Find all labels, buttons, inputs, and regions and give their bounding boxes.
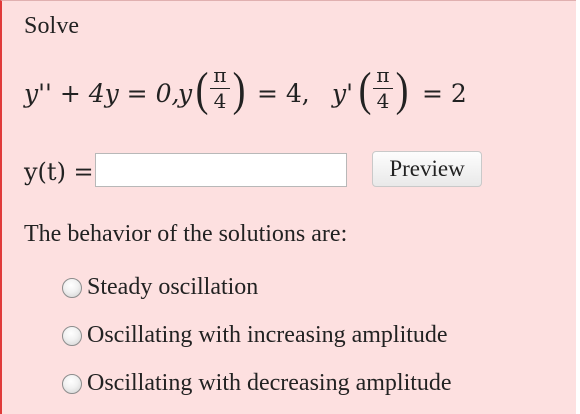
condition-2-rhs: = 2 — [422, 79, 467, 108]
condition-2-left-paren: ( — [358, 63, 372, 116]
differential-equation: y'' + 4y = 0, y ( π 4 ) = 4, y' ( π 4 ) … — [24, 64, 564, 124]
condition-1-numerator: π — [213, 63, 227, 87]
equation-de: y'' + 4y = 0, — [24, 79, 180, 108]
answer-row: y(t) = Preview — [24, 151, 564, 189]
behavior-prompt: The behavior of the solutions are: — [24, 221, 348, 247]
option-label[interactable]: Oscillating with increasing amplitude — [87, 322, 448, 349]
condition-2-right-paren: ) — [395, 63, 409, 116]
answer-input[interactable] — [95, 153, 347, 187]
condition-1-right-paren: ) — [232, 63, 246, 116]
option-label[interactable]: Oscillating with decreasing amplitude — [87, 370, 452, 397]
condition-1-denominator: 4 — [213, 89, 227, 113]
answer-label: y(t) = — [24, 158, 94, 186]
radio-button[interactable] — [62, 374, 82, 394]
condition-1-function: y — [178, 79, 193, 108]
question-panel: Solve y'' + 4y = 0, y ( π 4 ) = 4, y' ( … — [0, 0, 576, 414]
condition-2-fraction: π 4 — [373, 65, 393, 111]
question-prompt: Solve — [24, 13, 80, 39]
condition-2-denominator: 4 — [376, 89, 390, 113]
condition-2-numerator: π — [376, 63, 390, 87]
condition-1-left-paren: ( — [195, 63, 209, 116]
option-label[interactable]: Steady oscillation — [87, 274, 258, 301]
radio-button[interactable] — [62, 278, 82, 298]
radio-button[interactable] — [62, 326, 82, 346]
condition-1-rhs: = 4, — [257, 79, 310, 108]
condition-1-fraction: π 4 — [210, 65, 230, 111]
preview-button[interactable]: Preview — [372, 151, 482, 187]
condition-2-function: y' — [332, 79, 353, 108]
